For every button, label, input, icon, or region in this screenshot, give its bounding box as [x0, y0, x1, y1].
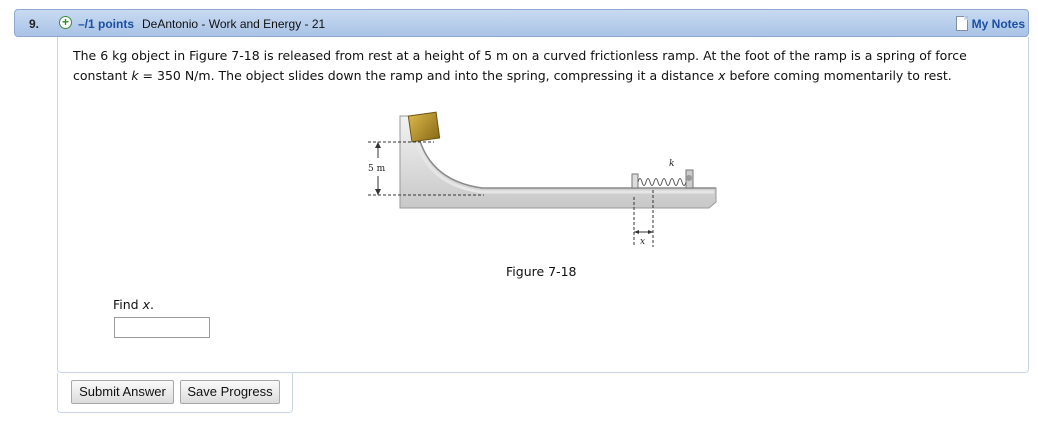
answer-input[interactable]: [114, 317, 210, 338]
points-label[interactable]: –/1 points: [78, 17, 134, 31]
save-progress-button[interactable]: Save Progress: [180, 380, 280, 404]
problem-text-3: before coming momentarily to rest.: [725, 68, 952, 83]
my-notes-button[interactable]: My Notes: [955, 15, 1025, 32]
figure-7-18: 5 m k x: [364, 102, 724, 257]
block-mass: [407, 111, 441, 143]
figure-caption: Figure 7-18: [506, 264, 577, 279]
spring-constant-label: k: [669, 159, 674, 169]
question-number: 9.: [29, 17, 40, 31]
ramp-spring-diagram: 5 m k x: [368, 111, 717, 247]
find-x-prompt: Find x.: [113, 297, 154, 312]
question-header: 9. + –/1 points DeAntonio - Work and Ene…: [14, 9, 1029, 37]
expand-plus-icon[interactable]: +: [59, 16, 72, 29]
compression-label: x: [640, 237, 645, 247]
spring-coil: [637, 178, 687, 186]
question-title: DeAntonio - Work and Energy - 21: [142, 17, 326, 31]
find-prompt-end: .: [150, 297, 154, 312]
find-variable: x: [142, 297, 150, 312]
k-variable: k: [131, 68, 139, 83]
problem-text-2: = 350 N/m. The object slides down the ra…: [138, 68, 719, 83]
height-label: 5 m: [368, 164, 386, 174]
problem-text: The 6 kg object in Figure 7-18 is releas…: [73, 46, 1013, 86]
my-notes-label[interactable]: My Notes: [972, 17, 1025, 31]
submit-answer-button[interactable]: Submit Answer: [71, 380, 174, 404]
find-prompt-text: Find: [113, 297, 143, 312]
note-icon: [955, 16, 968, 31]
